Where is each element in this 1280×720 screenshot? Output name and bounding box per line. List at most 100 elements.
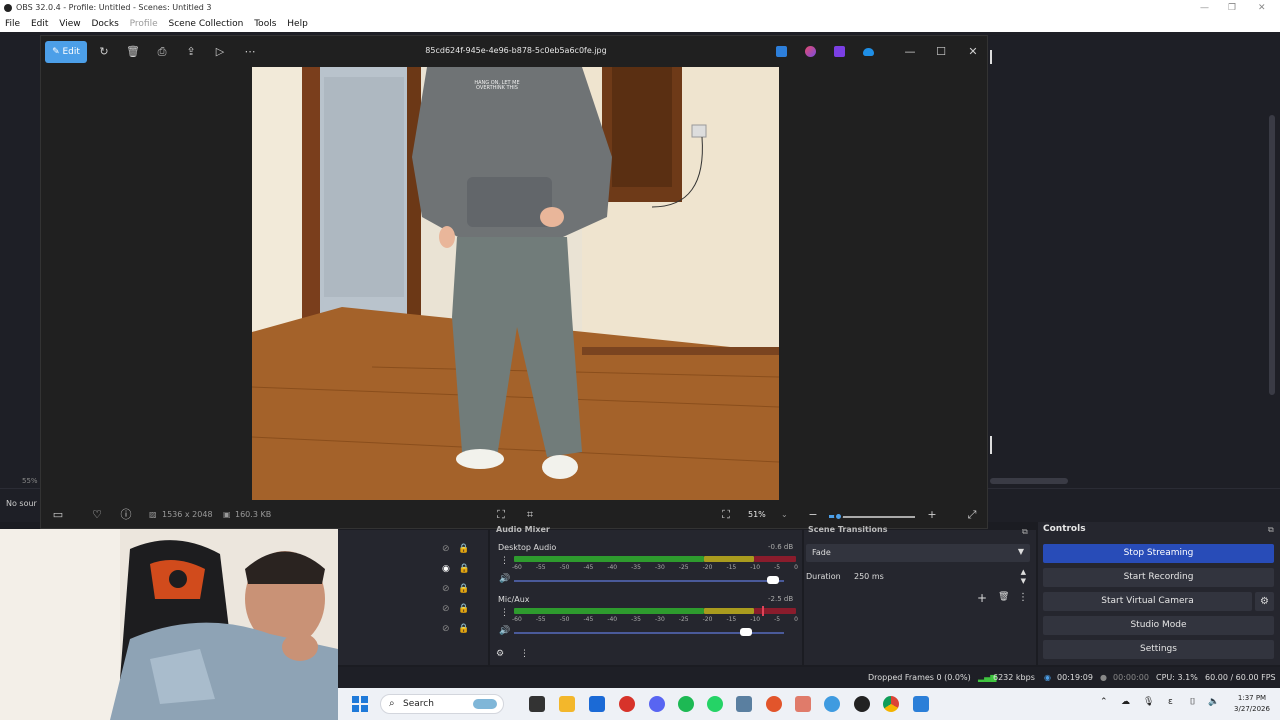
- visibility-hidden-icon[interactable]: ⊘: [442, 624, 450, 634]
- lock-icon[interactable]: 🔒: [458, 584, 469, 594]
- preview-vertical-scrollbar[interactable]: [1269, 115, 1275, 395]
- edge-icon[interactable]: [824, 696, 840, 712]
- desktop-audio-volume-slider[interactable]: [514, 580, 784, 582]
- store-icon[interactable]: [589, 696, 605, 712]
- discord-icon[interactable]: [649, 696, 665, 712]
- file-explorer-icon[interactable]: [559, 696, 575, 712]
- lock-icon[interactable]: 🔒: [458, 624, 469, 634]
- slideshow-icon[interactable]: ▷: [213, 45, 227, 59]
- visibility-hidden-icon[interactable]: ⊘: [442, 544, 450, 554]
- studio-mode-button[interactable]: Studio Mode: [1043, 616, 1274, 635]
- lock-icon[interactable]: 🔒: [458, 604, 469, 614]
- mixer-menu-icon[interactable]: ⋮: [520, 649, 529, 659]
- fullscreen-icon[interactable]: ⤢: [965, 508, 979, 522]
- source-row[interactable]: ⊘ 🔒: [442, 544, 472, 558]
- settings-button[interactable]: Settings: [1043, 640, 1274, 659]
- visibility-eye-icon[interactable]: ◉: [442, 564, 450, 574]
- virtual-camera-settings-gear-icon[interactable]: ⚙: [1255, 592, 1274, 611]
- windows-start-icon[interactable]: [352, 696, 368, 712]
- microphone-tray-icon[interactable]: 🎙: [1143, 697, 1154, 707]
- zoom-in-icon[interactable]: +: [925, 508, 939, 522]
- taskbar-search-box[interactable]: ⌕ Search: [380, 694, 504, 714]
- transition-menu-icon[interactable]: ⋮: [1018, 592, 1028, 603]
- mic-aux-speaker-icon[interactable]: 🔊: [499, 626, 510, 636]
- taskbar-clock[interactable]: 1:37 PM 3/27/2026: [1228, 693, 1276, 715]
- dock-undock-icon[interactable]: ⧉: [1268, 525, 1274, 535]
- app-monitor-icon[interactable]: [736, 696, 752, 712]
- designer-app-icon[interactable]: [776, 46, 787, 57]
- close-icon[interactable]: ✕: [1258, 0, 1266, 16]
- lock-icon[interactable]: 🔒: [458, 544, 469, 554]
- delete-icon[interactable]: 🗑: [126, 45, 140, 59]
- copilot-icon[interactable]: [805, 46, 816, 57]
- duration-input[interactable]: 250 ms ▲ ▼: [848, 568, 1030, 586]
- info-icon[interactable]: ⓘ: [119, 508, 133, 522]
- zoom-slider-thumb[interactable]: [833, 512, 843, 521]
- desktop-audio-speaker-icon[interactable]: 🔊: [499, 574, 510, 584]
- visibility-hidden-icon[interactable]: ⊘: [442, 584, 450, 594]
- more-options-icon[interactable]: ⋯: [243, 45, 257, 59]
- onedrive-icon[interactable]: [863, 48, 874, 56]
- remove-transition-icon[interactable]: 🗑: [998, 592, 1009, 602]
- app-coral-icon[interactable]: [795, 696, 811, 712]
- obs-taskbar-icon[interactable]: [854, 696, 870, 712]
- task-view-icon[interactable]: [529, 696, 545, 712]
- favorite-heart-icon[interactable]: ♡: [90, 508, 104, 522]
- share-icon[interactable]: ⇪: [184, 45, 198, 59]
- add-transition-icon[interactable]: +: [977, 591, 987, 605]
- stop-streaming-button[interactable]: Stop Streaming: [1043, 544, 1274, 563]
- rotate-icon[interactable]: ↻: [97, 45, 111, 59]
- menu-view[interactable]: View: [59, 19, 80, 29]
- brave-icon[interactable]: [766, 696, 782, 712]
- whatsapp-icon[interactable]: [707, 696, 723, 712]
- zoom-percent[interactable]: 51%: [748, 510, 766, 519]
- print-icon[interactable]: ⎙: [155, 45, 169, 59]
- menu-profile[interactable]: Profile: [130, 19, 158, 29]
- source-row[interactable]: ⊘ 🔒: [442, 584, 472, 598]
- spotify-icon[interactable]: [678, 696, 694, 712]
- menu-help[interactable]: Help: [287, 19, 308, 29]
- clipchamp-icon[interactable]: [834, 46, 845, 57]
- desktop-audio-menu-icon[interactable]: ⋮: [500, 556, 509, 566]
- filmstrip-icon[interactable]: ▭: [51, 508, 65, 522]
- zoom-dropdown-chevron-icon[interactable]: ⌄: [781, 510, 788, 519]
- minimize-icon[interactable]: —: [1200, 0, 1209, 16]
- app-red-icon[interactable]: [619, 696, 635, 712]
- preview-horizontal-scrollbar[interactable]: [990, 478, 1068, 484]
- transition-select[interactable]: Fade ▼: [806, 544, 1030, 562]
- menu-edit[interactable]: Edit: [31, 19, 48, 29]
- window-minimize-icon[interactable]: —: [903, 45, 917, 59]
- onedrive-tray-icon[interactable]: ☁: [1121, 697, 1130, 707]
- stepper-up-icon[interactable]: ▲: [1021, 568, 1026, 576]
- source-row[interactable]: ⊘ 🔒: [442, 604, 472, 618]
- source-row[interactable]: ◉ 🔒: [442, 564, 472, 578]
- maximize-icon[interactable]: ❐: [1228, 0, 1236, 16]
- lock-icon[interactable]: 🔒: [459, 564, 470, 574]
- fit-to-window-icon[interactable]: ⛶: [719, 508, 733, 522]
- menu-file[interactable]: File: [5, 19, 20, 29]
- menu-docks[interactable]: Docks: [91, 19, 118, 29]
- start-virtual-camera-button[interactable]: Start Virtual Camera: [1043, 592, 1252, 611]
- select-region-icon[interactable]: ⛶: [494, 508, 508, 522]
- volume-icon[interactable]: 🔈: [1208, 697, 1219, 707]
- tray-chevron-icon[interactable]: ⌃: [1100, 697, 1108, 707]
- visibility-hidden-icon[interactable]: ⊘: [442, 604, 450, 614]
- network-icon[interactable]: ⌷: [1190, 697, 1195, 707]
- menu-scene-collection[interactable]: Scene Collection: [169, 19, 244, 29]
- desktop-audio-volume-thumb[interactable]: [767, 576, 780, 584]
- keyboard-layout-icon[interactable]: ε: [1168, 697, 1173, 707]
- dock-undock-icon[interactable]: ⧉: [1022, 527, 1028, 537]
- mixer-advanced-settings-icon[interactable]: ⚙: [496, 649, 504, 659]
- source-row[interactable]: ⊘ 🔒: [442, 624, 472, 638]
- start-recording-button[interactable]: Start Recording: [1043, 568, 1274, 587]
- window-maximize-icon[interactable]: ☐: [934, 45, 948, 59]
- stepper-down-icon[interactable]: ▼: [1021, 577, 1026, 585]
- photo-image[interactable]: HANG ON, LET ME OVERTHINK THIS: [252, 67, 779, 500]
- window-close-icon[interactable]: ✕: [966, 45, 980, 59]
- mic-aux-volume-thumb[interactable]: [740, 628, 753, 636]
- chrome-icon[interactable]: [883, 696, 899, 712]
- photos-taskbar-icon[interactable]: [913, 696, 929, 712]
- visual-search-icon[interactable]: ⌗: [523, 508, 537, 522]
- mic-aux-menu-icon[interactable]: ⋮: [500, 608, 509, 618]
- edit-button[interactable]: ✎ Edit: [45, 41, 87, 63]
